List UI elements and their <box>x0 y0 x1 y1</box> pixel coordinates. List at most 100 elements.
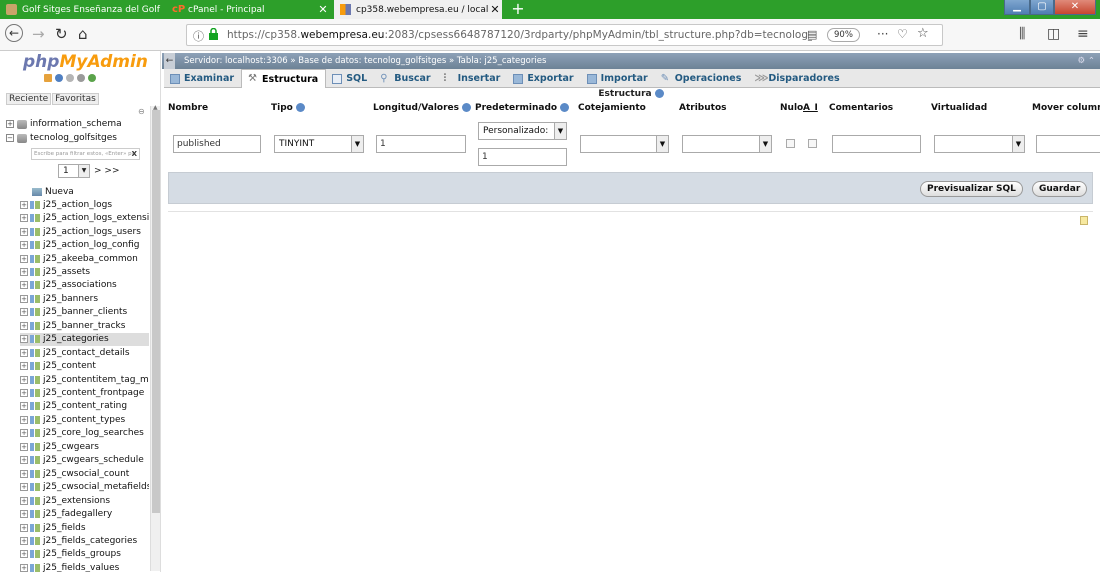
table-item[interactable]: + j25_cwgears <box>20 440 149 453</box>
expand-icon[interactable]: + <box>20 496 28 505</box>
forward-button-icon[interactable]: → <box>32 26 45 42</box>
expand-icon[interactable]: + <box>20 442 28 451</box>
length-values-input[interactable]: 1 <box>376 135 466 153</box>
expand-icon[interactable]: + <box>20 348 28 357</box>
expand-icon[interactable]: + <box>20 214 28 223</box>
tab-cpanel[interactable]: cP cPanel - Principal ✕ <box>166 0 330 19</box>
table-icon[interactable] <box>30 335 40 344</box>
collapse-icon[interactable]: − <box>6 134 14 142</box>
table-item[interactable]: + j25_action_logs_users <box>20 225 149 238</box>
column-name-input[interactable]: published <box>173 135 261 153</box>
table-name[interactable]: j25_core_log_searches <box>43 428 144 438</box>
expand-icon[interactable]: + <box>20 550 28 559</box>
expand-icon[interactable]: + <box>20 536 28 545</box>
table-name[interactable]: j25_cwsocial_metafields <box>43 482 149 492</box>
table-item[interactable]: + j25_content_types <box>20 413 149 426</box>
table-icon[interactable] <box>30 523 40 532</box>
expand-icon[interactable]: + <box>20 308 28 317</box>
default-value-input[interactable]: 1 <box>478 148 567 166</box>
sidebar-toggle-icon[interactable]: ◫ <box>1047 26 1060 42</box>
pocket-icon[interactable]: ♡ <box>897 27 908 41</box>
table-item[interactable]: + j25_fields_values <box>20 561 149 572</box>
table-name[interactable]: j25_content_frontpage <box>43 388 144 398</box>
table-name[interactable]: j25_banners <box>43 294 98 304</box>
table-item[interactable]: + j25_cwsocial_count <box>20 467 149 480</box>
tab-buscar[interactable]: ⚲ Buscar <box>374 69 437 88</box>
back-button-icon[interactable]: ← <box>5 24 23 42</box>
home-icon[interactable] <box>44 74 52 82</box>
expand-icon[interactable]: + <box>20 523 28 532</box>
tab-importar[interactable]: Importar <box>581 69 655 88</box>
table-item[interactable]: + j25_core_log_searches <box>20 427 149 440</box>
table-item[interactable]: + j25_contentitem_tag_map <box>20 373 149 386</box>
tab-insertar[interactable]: ⫶ Insertar <box>438 69 508 88</box>
table-icon[interactable] <box>30 362 40 371</box>
collation-select[interactable]: ▼ <box>580 135 669 153</box>
close-tab-icon[interactable]: ✕ <box>488 3 502 16</box>
breadcrumb-text[interactable]: Servidor: localhost:3306 » Base de datos… <box>184 56 546 66</box>
expand-icon[interactable]: + <box>20 321 28 330</box>
table-name[interactable]: j25_contact_details <box>43 348 130 358</box>
null-checkbox[interactable] <box>786 139 795 148</box>
table-icon[interactable] <box>30 483 40 492</box>
table-icon[interactable] <box>30 402 40 411</box>
expand-icon[interactable]: + <box>20 563 28 572</box>
table-name[interactable]: j25_contentitem_tag_map <box>43 375 149 385</box>
table-icon[interactable] <box>30 254 40 263</box>
table-item[interactable]: + j25_categories <box>20 332 149 346</box>
nav-toggle-icon[interactable]: ← <box>164 53 175 69</box>
table-name[interactable]: j25_action_logs <box>43 200 112 210</box>
table-name[interactable]: j25_action_logs_extensions <box>43 213 149 223</box>
zoom-indicator[interactable]: 90% <box>827 28 860 42</box>
help-icon[interactable] <box>462 103 472 112</box>
table-icon[interactable] <box>30 389 40 398</box>
table-icon[interactable] <box>30 469 40 478</box>
table-name[interactable]: j25_banner_clients <box>43 307 127 317</box>
table-item[interactable]: + j25_action_logs <box>20 198 149 211</box>
settings-icon[interactable] <box>77 74 85 82</box>
help-icon[interactable] <box>295 103 305 112</box>
reader-view-icon[interactable]: ▤ <box>807 28 817 41</box>
table-icon[interactable] <box>30 214 40 223</box>
table-name[interactable]: j25_associations <box>43 280 117 290</box>
table-item[interactable]: + j25_contact_details <box>20 346 149 359</box>
tab-estructura[interactable]: ⚒ Estructura <box>241 69 327 88</box>
expand-icon[interactable]: + <box>20 335 28 344</box>
menu-hamburger-icon[interactable]: ≡ <box>1077 26 1089 42</box>
table-name[interactable]: j25_content_rating <box>43 401 127 411</box>
table-item[interactable]: + j25_cwsocial_metafields <box>20 480 149 493</box>
scrollbar-thumb[interactable] <box>152 110 160 513</box>
tab-phpmyadmin[interactable]: cp358.webempresa.eu / localh ✕ <box>334 0 502 19</box>
new-tab-button[interactable]: + <box>509 0 527 19</box>
next-page-link[interactable]: > >> <box>94 166 119 176</box>
clear-filter-icon[interactable]: X <box>132 150 137 158</box>
expand-icon[interactable]: + <box>20 200 28 209</box>
move-column-select[interactable] <box>1036 135 1100 153</box>
console-icon[interactable] <box>1080 216 1088 225</box>
table-name[interactable]: j25_categories <box>43 334 109 344</box>
expand-icon[interactable]: + <box>20 362 28 371</box>
home-icon[interactable]: ⌂ <box>78 26 88 42</box>
table-item[interactable]: + j25_akeeba_common <box>20 252 149 265</box>
help-icon[interactable] <box>560 103 570 112</box>
table-icon[interactable] <box>30 348 40 357</box>
table-icon[interactable] <box>30 227 40 236</box>
table-name[interactable]: j25_fields <box>43 523 86 533</box>
auto-increment-checkbox[interactable] <box>808 139 817 148</box>
table-icon[interactable] <box>30 321 40 330</box>
expand-icon[interactable]: + <box>20 281 28 290</box>
table-icon[interactable] <box>30 415 40 424</box>
table-name[interactable]: j25_fields_groups <box>43 549 121 559</box>
info-icon[interactable]: ⓘ <box>193 28 204 44</box>
table-item[interactable]: + j25_fields_groups <box>20 548 149 561</box>
address-bar[interactable]: ⓘ https://cp358.webempresa.eu:2083/cpses… <box>186 24 943 46</box>
gear-icon[interactable]: ⚙ ⌃ <box>1078 53 1095 69</box>
db-tecnolog-golfsitges[interactable]: − tecnolog_golfsitges <box>6 133 117 143</box>
tab-disparadores[interactable]: ⋙ Disparadores <box>748 69 846 88</box>
table-name[interactable]: j25_assets <box>43 267 90 277</box>
docs-icon[interactable] <box>66 74 74 82</box>
table-name[interactable]: j25_cwsocial_count <box>43 469 129 479</box>
table-name[interactable]: j25_action_logs_users <box>43 227 141 237</box>
db-information-schema[interactable]: + information_schema <box>6 119 122 129</box>
table-item[interactable]: + j25_action_logs_extensions <box>20 211 149 224</box>
